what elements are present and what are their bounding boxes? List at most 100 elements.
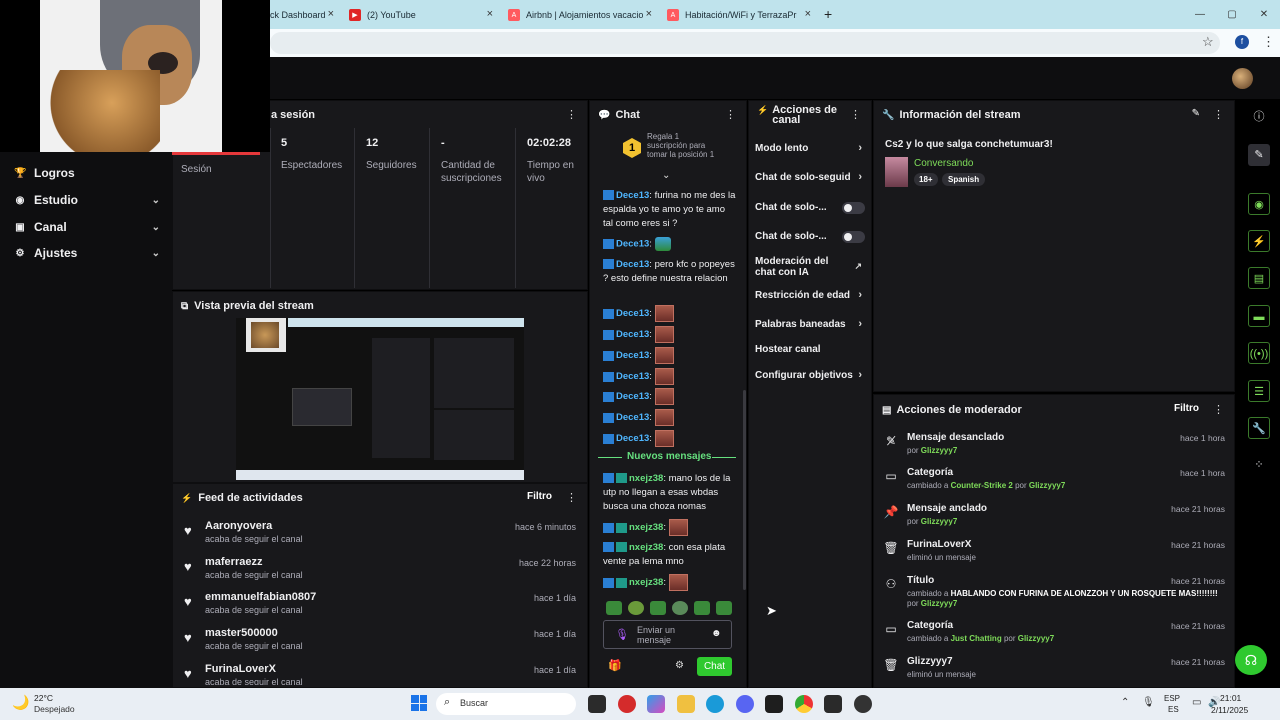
chat-username[interactable]: Dece13 bbox=[616, 239, 649, 250]
discord-icon[interactable] bbox=[736, 695, 754, 713]
chrome-icon[interactable] bbox=[795, 695, 813, 713]
panel-menu-icon[interactable]: ⋮ bbox=[850, 108, 861, 121]
panel-menu-icon[interactable]: ⋮ bbox=[1213, 108, 1224, 121]
app-icon[interactable] bbox=[618, 695, 636, 713]
sidebar-item-logros[interactable]: 🏆 Logros bbox=[14, 166, 160, 180]
moderator-link[interactable]: Glizzyyy7 bbox=[1029, 481, 1065, 490]
weather-icon[interactable]: 🌙 bbox=[12, 694, 29, 711]
expand-icon[interactable]: ⌄ bbox=[662, 170, 670, 181]
sidebar-item-estudio[interactable]: ◉ Estudio ⌄ bbox=[14, 193, 160, 207]
edit-pencil-icon[interactable]: ✎ bbox=[1248, 144, 1270, 166]
panel-menu-icon[interactable]: ⋮ bbox=[1213, 403, 1224, 416]
terminal-icon[interactable] bbox=[765, 695, 783, 713]
browser-menu-icon[interactable]: ⋮ bbox=[1262, 34, 1275, 50]
edit-pencil-icon[interactable]: ✎ bbox=[1192, 108, 1200, 119]
panel-menu-icon[interactable]: ⋮ bbox=[566, 491, 577, 504]
close-tab-icon[interactable]: × bbox=[646, 8, 652, 20]
moderator-link[interactable]: Glizzyyy7 bbox=[921, 446, 957, 455]
app-icon[interactable] bbox=[854, 695, 872, 713]
tab-habitacion[interactable]: A Habitación/WiFi y TerrazaPrivad × bbox=[667, 4, 811, 26]
profile-avatar[interactable]: f bbox=[1235, 35, 1249, 49]
user-avatar[interactable] bbox=[1232, 68, 1253, 89]
banned-words-item[interactable]: Palabras baneadas › bbox=[755, 319, 865, 331]
edge-icon[interactable] bbox=[706, 695, 724, 713]
camera-icon[interactable]: ◉ bbox=[1248, 193, 1270, 215]
app-icon[interactable] bbox=[824, 695, 842, 713]
support-headset-icon[interactable]: ☊ bbox=[1235, 645, 1267, 675]
tag-badge[interactable]: 18+ bbox=[914, 173, 938, 186]
emote-button[interactable] bbox=[650, 601, 666, 615]
document-icon[interactable]: ▤ bbox=[1248, 267, 1270, 289]
copilot-icon[interactable] bbox=[647, 695, 665, 713]
close-tab-icon[interactable]: × bbox=[487, 8, 493, 20]
chat-username[interactable]: Dece13 bbox=[616, 308, 649, 319]
close-tab-icon[interactable]: × bbox=[328, 8, 334, 20]
chat-username[interactable]: Dece13 bbox=[616, 190, 649, 201]
list-item[interactable]: ♥ FurinaLoverX acaba de seguir el canal hac… bbox=[184, 663, 576, 685]
goals-item[interactable]: Configurar objetivos › bbox=[755, 370, 865, 382]
mic-icon[interactable]: 🎙 bbox=[615, 628, 629, 641]
tab-dashboard[interactable]: ck Dashboard × bbox=[270, 4, 334, 26]
chat-input[interactable]: 🎙 Enviar un mensaje ☻ bbox=[603, 620, 732, 649]
lang-code[interactable]: ESP bbox=[1164, 694, 1180, 703]
broadcast-icon[interactable]: ((•)) bbox=[1248, 342, 1270, 364]
chat-username[interactable]: Dece13 bbox=[616, 329, 649, 340]
new-tab-button[interactable]: + bbox=[824, 6, 832, 22]
gift-icon[interactable]: 🎁 bbox=[608, 659, 622, 672]
network-icon[interactable]: ▭ bbox=[1192, 697, 1201, 708]
info-icon[interactable]: ⓘ bbox=[1248, 106, 1270, 128]
windows-start-icon[interactable] bbox=[411, 695, 427, 711]
emote-button[interactable] bbox=[628, 601, 644, 615]
panel-menu-icon[interactable]: ⋮ bbox=[725, 108, 736, 121]
chat-username[interactable]: nxejz38 bbox=[629, 542, 663, 553]
close-window-button[interactable]: ✕ bbox=[1248, 0, 1280, 29]
chat-username[interactable]: Dece13 bbox=[616, 433, 649, 444]
category-link[interactable]: Conversando bbox=[914, 158, 973, 169]
chat-username[interactable]: Dece13 bbox=[616, 412, 649, 423]
stream-preview-video[interactable] bbox=[236, 318, 524, 480]
wrench-icon[interactable]: 🔧 bbox=[1248, 417, 1270, 439]
age-restriction-item[interactable]: Restricción de edad › bbox=[755, 290, 865, 302]
emote-button[interactable] bbox=[694, 601, 710, 615]
followers-only-item[interactable]: Chat de solo-seguid › bbox=[755, 172, 865, 186]
maximize-button[interactable]: ▢ bbox=[1216, 0, 1248, 29]
sidebar-item-canal[interactable]: ▣ Canal ⌄ bbox=[14, 220, 160, 234]
slow-mode-item[interactable]: Modo lento › bbox=[755, 143, 865, 155]
taskview-icon[interactable] bbox=[588, 695, 606, 713]
bookmark-star-icon[interactable]: ☆ bbox=[1202, 34, 1214, 50]
moderator-link[interactable]: Glizzyyy7 bbox=[1018, 634, 1054, 643]
chat-username[interactable]: Dece13 bbox=[616, 259, 649, 270]
emote-only-toggle[interactable] bbox=[842, 231, 865, 243]
feed-filter-button[interactable]: Filtro bbox=[527, 491, 552, 502]
layout-icon[interactable]: ☰ bbox=[1248, 380, 1270, 402]
tag-badge[interactable]: Spanish bbox=[942, 173, 986, 186]
chat-bubble-icon[interactable]: ▬ bbox=[1248, 305, 1270, 327]
apps-icon[interactable]: ⁘ bbox=[1248, 454, 1270, 476]
moderator-link[interactable]: Glizzyyy7 bbox=[921, 517, 957, 526]
chevron-up-icon[interactable]: ⌃ bbox=[1121, 697, 1129, 708]
chat-username[interactable]: Dece13 bbox=[616, 371, 649, 382]
mod-filter-button[interactable]: Filtro bbox=[1174, 403, 1199, 414]
subs-only-toggle[interactable] bbox=[842, 202, 865, 214]
mic-icon[interactable]: 🎙 bbox=[1142, 697, 1155, 708]
chat-username[interactable]: nxejz38 bbox=[629, 522, 663, 533]
chat-scrollbar[interactable] bbox=[743, 390, 746, 590]
host-channel-item[interactable]: Hostear canal bbox=[755, 344, 865, 355]
gear-icon[interactable]: ⚙ bbox=[675, 660, 684, 671]
minimize-button[interactable]: — bbox=[1184, 0, 1216, 29]
emote-button[interactable] bbox=[672, 601, 688, 615]
emoji-icon[interactable]: ☻ bbox=[711, 628, 722, 639]
chat-send-button[interactable]: Chat bbox=[697, 657, 732, 676]
sidebar-item-ajustes[interactable]: ⚙ Ajustes ⌄ bbox=[14, 246, 160, 260]
tab-youtube[interactable]: ▶ (2) YouTube × bbox=[349, 4, 493, 26]
close-tab-icon[interactable]: × bbox=[805, 8, 811, 20]
gift-sub-prompt[interactable]: Regala 1 suscripción para tomar la posic… bbox=[647, 132, 719, 159]
address-input[interactable] bbox=[270, 32, 1220, 54]
chat-username[interactable]: nxejz38 bbox=[629, 577, 663, 588]
clock-time[interactable]: 21:01 bbox=[1220, 693, 1241, 703]
emote-button[interactable] bbox=[716, 601, 732, 615]
taskbar-search[interactable]: ⌕ Buscar bbox=[436, 693, 576, 715]
moderator-link[interactable]: Glizzyyy7 bbox=[921, 599, 957, 608]
chat-username[interactable]: nxejz38 bbox=[629, 473, 663, 484]
lightning-icon[interactable]: ⚡ bbox=[1248, 230, 1270, 252]
